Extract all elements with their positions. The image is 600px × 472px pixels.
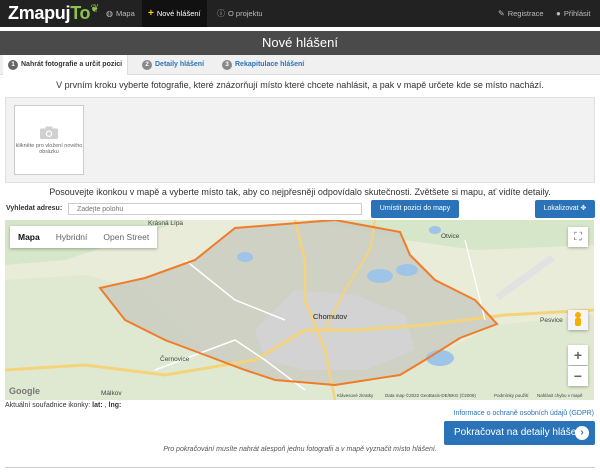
top-navbar: ZmapujTo❦ ◍ Mapa + Nové hlášení ⓘ O projekt… xyxy=(0,0,600,27)
map-report-link[interactable]: Nahlásit chybu v mapě xyxy=(537,393,583,398)
tab-step-details[interactable]: 2 Detaily hlášení xyxy=(137,55,209,75)
map-data-attribution: Data map ©2022 GeoBasis-DE/BKG (©2009) xyxy=(385,393,476,398)
place-label: Krásná Lípa xyxy=(148,220,184,227)
chevron-right-icon: › xyxy=(575,426,589,440)
add-photo-label: klikněte pro vložení nového obrázku xyxy=(15,143,83,155)
tab-step-upload[interactable]: 1 Nahrát fotografie a určit pozici xyxy=(3,55,129,75)
nav-item-map[interactable]: ◍ Mapa xyxy=(100,0,141,27)
nav-item-login[interactable]: ● Přihlásit xyxy=(550,0,597,27)
map-type-hybrid[interactable]: Hybridní xyxy=(48,226,96,248)
zoom-out-button[interactable]: − xyxy=(568,366,588,386)
requirement-note: Pro pokračování musíte nahrát alespoň je… xyxy=(163,446,437,453)
fullscreen-icon[interactable]: ⛶ xyxy=(568,227,588,247)
photo-upload-area: klikněte pro vložení nového obrázku xyxy=(5,97,595,183)
crosshair-icon: ✥ xyxy=(580,205,587,212)
map-terms-link[interactable]: Podmínky použití xyxy=(494,393,529,398)
camera-icon xyxy=(40,126,58,139)
gdpr-link[interactable]: Informace o ochraně osobních údajů (GDPR… xyxy=(454,410,594,417)
place-label: Chomutov xyxy=(313,312,348,321)
instruction-photos: V prvním kroku vyberte fotografie, které… xyxy=(56,80,544,90)
divider xyxy=(5,467,595,468)
brand-logo[interactable]: ZmapujTo❦ xyxy=(8,3,99,24)
google-logo: Google xyxy=(9,386,40,396)
nav-item-about[interactable]: ⓘ O projektu xyxy=(211,0,269,27)
locate-button[interactable]: Lokalizovat ✥ xyxy=(535,200,595,218)
street-view-pegman-icon[interactable] xyxy=(568,310,588,330)
address-label: Vyhledat adresu: xyxy=(6,205,63,212)
current-coordinates: Aktuální souřadnice ikonky: lat: , lng: xyxy=(5,402,122,409)
place-label: Málkov xyxy=(101,390,122,397)
place-position-button[interactable]: Umístit pozici do mapy xyxy=(371,200,459,218)
pencil-icon: ✎ xyxy=(498,9,505,18)
address-input[interactable] xyxy=(68,203,362,215)
user-icon: ● xyxy=(556,9,561,18)
map-type-map[interactable]: Mapa xyxy=(10,226,48,248)
nav-item-new-report[interactable]: + Nové hlášení xyxy=(142,0,207,27)
step-tabs: 1 Nahrát fotografie a určit pozici 2 Detai… xyxy=(0,55,600,75)
leaf-icon: ❦ xyxy=(90,3,100,15)
info-icon: ⓘ xyxy=(217,9,225,18)
tab-step-summary[interactable]: 3 Rekapitulace hlášení xyxy=(217,55,309,75)
map-type-openstreet[interactable]: Open Street xyxy=(95,226,157,248)
plus-icon: + xyxy=(148,8,154,19)
place-label: Pesvice xyxy=(540,317,563,324)
map-view[interactable]: Mapa Hybridní Open Street ⛶ + − Krásná L… xyxy=(5,220,594,400)
map-type-switcher: Mapa Hybridní Open Street xyxy=(10,226,158,248)
add-photo-button[interactable]: klikněte pro vložení nového obrázku xyxy=(14,105,84,175)
nav-item-register[interactable]: ✎ Registrace xyxy=(492,0,550,27)
instruction-map: Posouvejte ikonkou v mapě a vyberte míst… xyxy=(49,187,551,197)
page-title: Nové hlášení xyxy=(0,31,600,55)
place-label: Otvice xyxy=(441,233,460,240)
continue-button[interactable]: Pokračovat na detaily hlášení › xyxy=(444,421,595,445)
place-label: Černovice xyxy=(160,356,190,363)
zoom-in-button[interactable]: + xyxy=(568,345,588,365)
map-shortcuts-link[interactable]: Klávesové zkratky xyxy=(337,393,373,398)
globe-icon: ◍ xyxy=(106,9,113,18)
